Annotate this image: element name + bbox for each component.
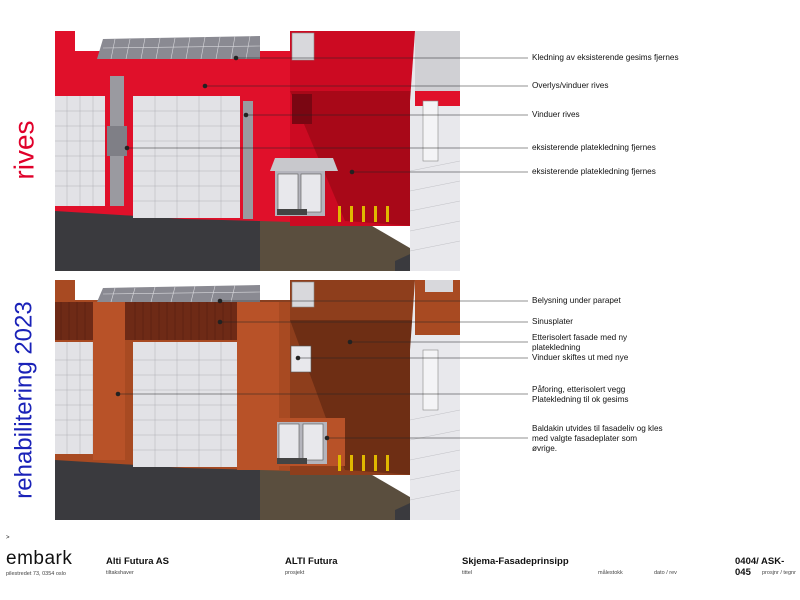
drawing-number-caption: prosjnr / tegnr (762, 570, 796, 576)
company-logo: embark (6, 548, 73, 569)
label-rehabilitering: rehabilitering 2023 (11, 301, 39, 499)
company-address: pilestredet 73, 0354 oslo (6, 571, 66, 577)
callout-belysning: Belysning under parapet (532, 296, 621, 305)
callout-overlys: Overlys/vinduer rives (532, 81, 609, 90)
section-label-demolish: rives (0, 30, 50, 270)
date-caption: dato / rev (654, 570, 677, 576)
label-rives: rives (9, 120, 40, 180)
callout-etterisolert: Etterisolert fasade med ny platekledning (532, 333, 628, 352)
callout-sinusplater: Sinusplater (532, 317, 573, 326)
callout-vinduer-skiftes: Vinduer skiftes ut med nye (532, 353, 629, 362)
callout-platekledning-2: eksisterende platekledning fjernes (532, 167, 656, 176)
scale-caption: målestokk (598, 570, 623, 576)
client-caption: tiltakshaver (106, 570, 134, 576)
drawing-title: Skjema-Fasadeprinsipp (462, 556, 569, 567)
render-rehabilitation (55, 280, 460, 520)
title-block: > embark pilestredet 73, 0354 oslo Alti … (0, 535, 800, 600)
callout-gesims: Kledning av eksisterende gesims fjernes (532, 53, 679, 62)
section-label-rehab: rehabilitering 2023 (0, 280, 50, 520)
callout-paforing: Påforing, etterisolert vegg Plateklednin… (532, 385, 629, 404)
render-demolition (55, 31, 460, 271)
title-caption: tittel (462, 570, 473, 576)
project-caption: prosjekt (285, 570, 305, 576)
project-name: ALTI Futura (285, 556, 338, 567)
client-name: Alti Futura AS (106, 556, 169, 567)
callout-platekledning-1: eksisterende platekledning fjernes (532, 143, 656, 152)
marker-glyph: > (6, 535, 10, 541)
callout-vinduer-rives: Vinduer rives (532, 110, 580, 119)
callout-baldakin: Baldakin utvides til fasadeliv og kles m… (532, 424, 663, 453)
